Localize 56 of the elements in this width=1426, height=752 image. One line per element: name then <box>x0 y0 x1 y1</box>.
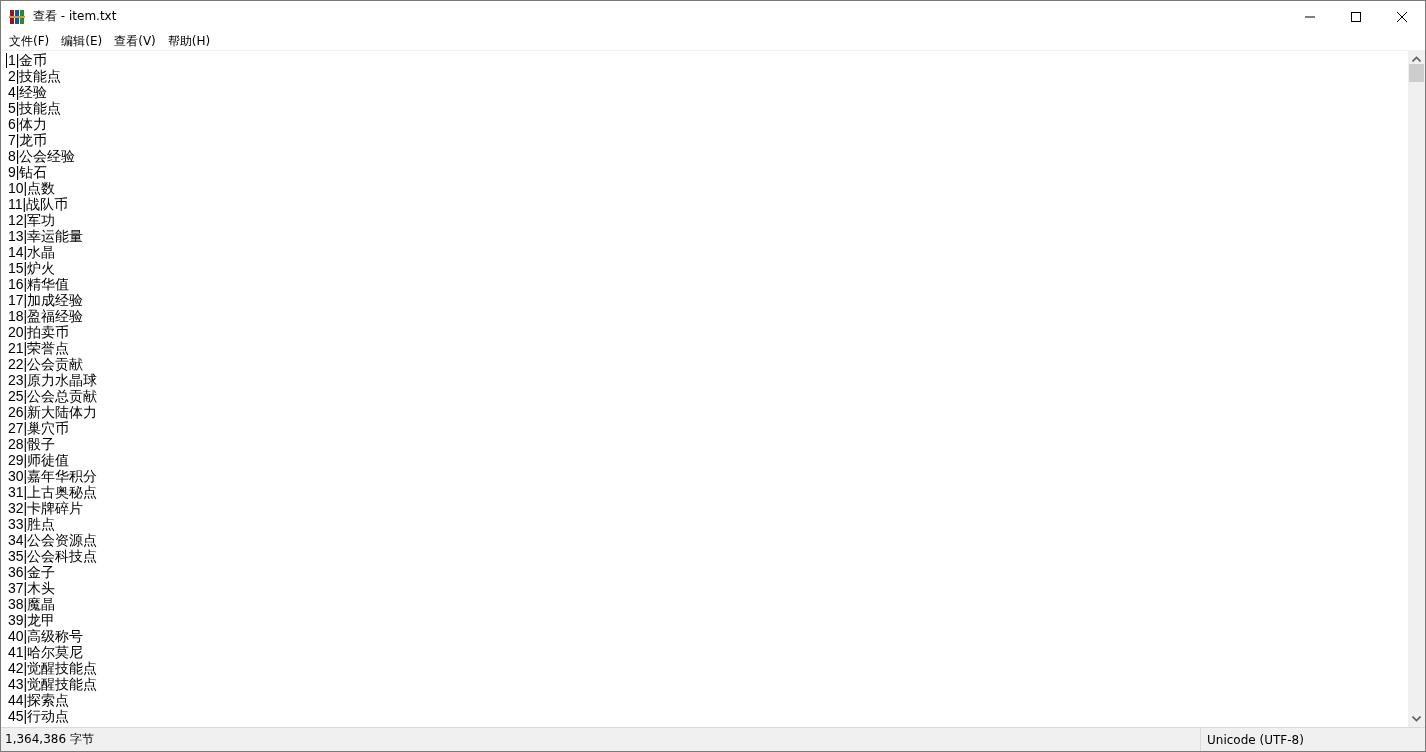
text-line: 44|探索点 <box>8 692 70 708</box>
menu-item[interactable]: 文件(F) <box>3 32 56 50</box>
scroll-down-icon[interactable] <box>1412 716 1421 722</box>
menu-item[interactable]: 查看(V) <box>108 32 162 50</box>
text-line: 43|觉醒技能点 <box>8 676 98 692</box>
app-icon <box>9 8 25 25</box>
text-line: 45|行动点 <box>8 708 70 724</box>
text-line: 25|公会总贡献 <box>8 388 98 404</box>
text-line: 7|龙币 <box>8 132 48 148</box>
text-line: 10|点数 <box>8 180 56 196</box>
menu-item[interactable]: 帮助(H) <box>161 32 217 50</box>
scroll-up-icon[interactable] <box>1412 56 1421 62</box>
text-line: 36|金子 <box>8 564 56 580</box>
scroll-thumb[interactable] <box>1409 64 1424 82</box>
encoding: Unicode (UTF-8) <box>1200 728 1425 751</box>
text-line: 23|原力水晶球 <box>8 372 98 388</box>
text-line: 37|木头 <box>8 580 56 596</box>
text-line: 32|卡牌碎片 <box>8 500 84 516</box>
text-line: 22|公会贡献 <box>8 356 84 372</box>
text-line: 26|新大陆体力 <box>8 404 98 420</box>
text-line: 9|钻石 <box>8 164 48 180</box>
text-line: 8|公会经验 <box>8 148 76 164</box>
text-line: 4|经验 <box>8 84 48 100</box>
text-line: 13|幸运能量 <box>8 228 84 244</box>
text-line: 21|荣誉点 <box>8 340 70 356</box>
text-line: 42|觉醒技能点 <box>8 660 98 676</box>
text-line: 33|胜点 <box>8 516 56 532</box>
text-line: 34|公会资源点 <box>8 532 98 548</box>
menu-item[interactable]: 编辑(E) <box>55 32 109 50</box>
text-line: 11|战队币 <box>8 196 69 212</box>
text-line: 5|技能点 <box>8 100 62 116</box>
text-line: 39|龙甲 <box>8 612 56 628</box>
text-line: 40|高级称号 <box>8 628 84 644</box>
text-line: 16|精华值 <box>8 276 70 292</box>
maximize-icon <box>1351 11 1361 22</box>
text-line: 35|公会科技点 <box>8 548 98 564</box>
text-line: 12|军功 <box>8 212 56 228</box>
text-line: 6|体力 <box>8 116 48 132</box>
text-line: 38|魔晶 <box>8 596 56 612</box>
text-line: 31|上古奥秘点 <box>8 484 98 500</box>
close-icon <box>1397 11 1407 22</box>
text-line: 2|技能点 <box>8 68 62 84</box>
text-line: 29|师徒值 <box>8 452 70 468</box>
file-size: 1,364,386 字节 <box>4 731 95 748</box>
text-line: 1|金币 <box>8 52 48 68</box>
text-line: 17|加成经验 <box>8 292 84 308</box>
text-line: 18|盈福经验 <box>8 308 84 324</box>
text-cursor <box>6 53 7 68</box>
text-line: 41|哈尔莫尼 <box>8 644 84 660</box>
window-title: 查看 - item.txt <box>33 8 118 25</box>
text-line: 15|炉火 <box>8 260 56 276</box>
text-line: 27|巢穴币 <box>8 420 70 436</box>
text-line: 30|嘉年华积分 <box>8 468 98 484</box>
text-line: 28|骰子 <box>8 436 56 452</box>
text-line: 14|水晶 <box>8 244 56 260</box>
text-line: 20|拍卖币 <box>8 324 70 340</box>
